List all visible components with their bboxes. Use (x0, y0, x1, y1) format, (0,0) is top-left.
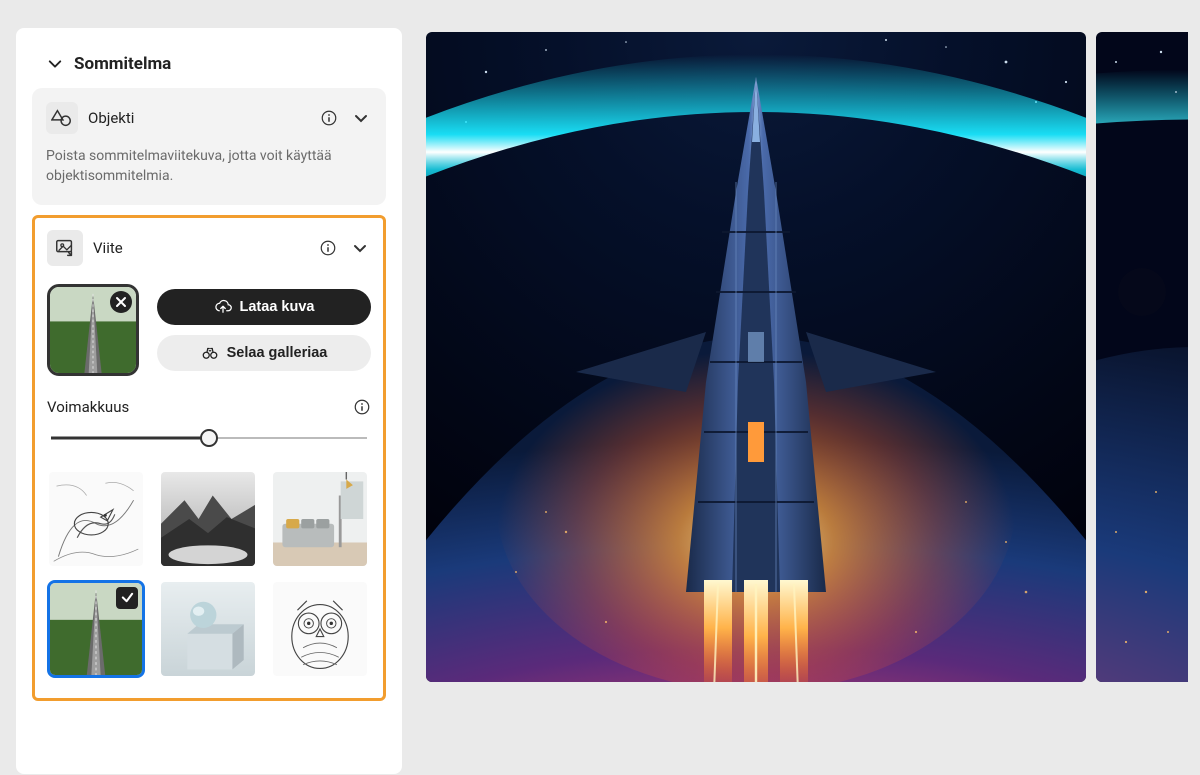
object-label: Objekti (88, 109, 308, 127)
chevron-down-icon[interactable] (349, 240, 371, 256)
browse-gallery-button[interactable]: Selaa galleriaa (157, 335, 371, 371)
browse-label: Selaa galleriaa (227, 345, 328, 361)
reference-label: Viite (93, 239, 307, 257)
sidebar-panel: Sommitelma Objekti Poista sommitelmaviit… (16, 28, 402, 774)
result-image-next[interactable] (1096, 32, 1188, 682)
reference-section: Viite (32, 215, 386, 701)
object-hint: Poista sommitelmaviitekuva, jotta voit k… (46, 146, 372, 187)
cloud-upload-icon (214, 298, 232, 316)
upload-label: Lataa kuva (240, 299, 315, 315)
gallery-thumb-bird[interactable] (47, 470, 145, 568)
gallery-thumb-mountain[interactable] (159, 470, 257, 568)
object-card-header[interactable]: Objekti (46, 102, 372, 134)
upload-image-button[interactable]: Lataa kuva (157, 289, 371, 325)
close-icon[interactable] (110, 291, 132, 313)
section-title: Sommitelma (74, 54, 171, 74)
shapes-icon (46, 102, 78, 134)
chevron-down-icon (48, 57, 62, 71)
chevron-down-icon[interactable] (350, 107, 372, 129)
section-header[interactable]: Sommitelma (32, 50, 386, 88)
slider-thumb[interactable] (200, 429, 218, 447)
strength-slider[interactable] (51, 428, 367, 448)
object-card: Objekti Poista sommitelmaviitekuva, jott… (32, 88, 386, 205)
reference-thumbnail[interactable] (47, 284, 139, 376)
reference-header[interactable]: Viite (47, 230, 371, 266)
image-reference-icon (47, 230, 83, 266)
info-icon[interactable] (317, 239, 339, 257)
strength-row: Voimakkuus (47, 398, 371, 416)
gallery-thumb-geo[interactable] (159, 580, 257, 678)
check-icon (116, 587, 138, 609)
result-image-main[interactable] (426, 32, 1086, 682)
info-icon[interactable] (318, 107, 340, 129)
results-area (426, 28, 1188, 683)
gallery-grid (47, 470, 371, 678)
gallery-thumb-road[interactable] (47, 580, 145, 678)
gallery-thumb-room[interactable] (271, 470, 369, 568)
gallery-thumb-owl[interactable] (271, 580, 369, 678)
strength-label: Voimakkuus (47, 398, 129, 416)
info-icon[interactable] (353, 398, 371, 416)
binoculars-icon (201, 344, 219, 362)
